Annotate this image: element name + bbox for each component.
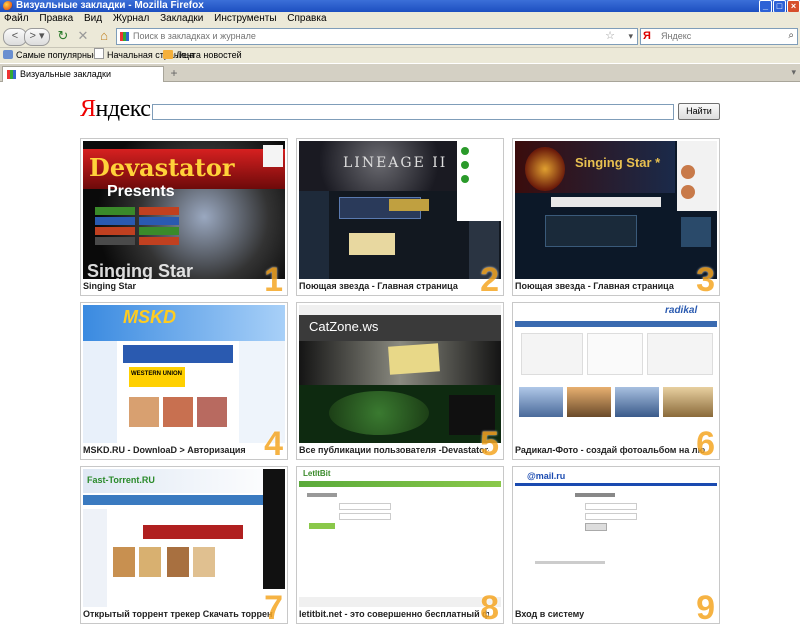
bookmark-caption: letitbit.net - это совершенно бесплатный…	[299, 609, 489, 619]
title-bar: Визуальные закладки - Mozilla Firefox _ …	[0, 0, 800, 13]
bookmark-folder-icon	[3, 50, 13, 59]
reload-icon[interactable]: ↻	[55, 28, 71, 44]
bookmark-caption: Singing Star	[83, 281, 137, 291]
bookmark-number: 5	[480, 425, 499, 460]
menu-edit[interactable]: Правка	[35, 12, 77, 25]
bookmark-caption: MSKD.RU - DownloaD > Авторизация	[83, 445, 246, 455]
bookmark-number: 1	[264, 261, 283, 296]
bookmark-thumbnail: LINEAGE II	[299, 141, 501, 279]
search-input[interactable]	[661, 29, 779, 42]
bookmark-number: 2	[480, 261, 499, 296]
bookmark-news-feed[interactable]: Лента новостей	[163, 48, 242, 63]
feed-folder-icon	[163, 50, 173, 59]
forward-button[interactable]: > ▾	[24, 28, 50, 46]
menu-bar: Файл Правка Вид Журнал Закладки Инструме…	[0, 12, 800, 25]
yandex-engine-icon[interactable]: Я	[643, 29, 651, 43]
firefox-icon	[3, 1, 13, 11]
bookmark-thumbnail: Singing Star *	[515, 141, 717, 279]
bookmark-number: 9	[696, 589, 715, 624]
home-icon[interactable]: ⌂	[96, 28, 112, 44]
menu-help[interactable]: Справка	[283, 12, 330, 25]
bookmark-number: 4	[264, 425, 283, 460]
yandex-search-button[interactable]: Найти	[678, 103, 720, 120]
bookmark-thumbnail: radikal	[515, 305, 717, 443]
bookmark-number: 3	[696, 261, 715, 296]
feed-icon[interactable]: ▾	[628, 30, 633, 42]
bookmark-caption: Открытый торрент трекер Скачать торрент …	[83, 609, 273, 619]
visual-bookmarks-icon	[7, 70, 16, 79]
bookmark-number: 8	[480, 589, 499, 624]
bookmarks-toolbar: Самые популярные Начальная страница Лент…	[0, 48, 800, 63]
bookmark-caption: Все публикации пользователя -Devastator-…	[299, 445, 489, 455]
yandex-search-input[interactable]	[152, 104, 674, 120]
visual-bookmarks-icon	[120, 32, 129, 41]
bookmark-caption: Поющая звезда - Главная страница	[299, 281, 458, 291]
stop-icon[interactable]: ✕	[75, 28, 91, 44]
search-icon[interactable]: ⌕	[788, 29, 794, 43]
bookmark-thumbnail: CatZone.ws	[299, 305, 501, 443]
url-bar[interactable]: ☆ ▾	[116, 28, 638, 45]
new-tab-button[interactable]: +	[166, 67, 182, 80]
bookmark-tile-4[interactable]: MSKD WESTERN UNION MSKD.RU - DownloaD > …	[80, 302, 288, 460]
bookmark-star-icon[interactable]: ☆	[605, 29, 615, 43]
bookmark-tile-6[interactable]: radikal Радикал-Фото - создай фотоальбом…	[512, 302, 720, 460]
list-all-tabs-icon[interactable]: ▾	[791, 67, 796, 78]
menu-bookmarks[interactable]: Закладки	[156, 12, 207, 25]
navigation-bar: < > ▾ ↻ ✕ ⌂ ☆ ▾ Я ⌕	[0, 25, 800, 48]
search-bar[interactable]: Я ⌕	[640, 28, 798, 45]
bookmark-tile-8[interactable]: LetItBit letitbit.net - это совершенно б…	[296, 466, 504, 624]
tab-bar: Визуальные закладки + ▾	[0, 64, 800, 82]
page-icon	[94, 48, 104, 59]
window-title: Визуальные закладки - Mozilla Firefox	[16, 0, 204, 11]
bookmark-tile-2[interactable]: LINEAGE II Поющая звезда - Главная стран…	[296, 138, 504, 296]
bookmark-caption: Поющая звезда - Главная страница	[515, 281, 674, 291]
bookmark-caption: Радикал-Фото - создай фотоальбом на любу…	[515, 445, 705, 455]
bookmark-thumbnail: Fast-Torrent.RU	[83, 469, 285, 607]
bookmark-tile-9[interactable]: @mail.ru Вход в систему 9	[512, 466, 720, 624]
menu-history[interactable]: Журнал	[109, 12, 154, 25]
bookmark-caption: Вход в систему	[515, 609, 585, 619]
menu-view[interactable]: Вид	[80, 12, 106, 25]
bookmark-tile-1[interactable]: Devastator Presents Singing Star Singing…	[80, 138, 288, 296]
bookmark-number: 7	[264, 589, 283, 624]
bookmark-thumbnail: @mail.ru	[515, 469, 717, 607]
visual-bookmarks-page: Яндекс Найти Devastator Presents Singing…	[0, 82, 800, 640]
bookmark-tile-5[interactable]: CatZone.ws Все публикации пользователя -…	[296, 302, 504, 460]
bookmark-tile-7[interactable]: Fast-Torrent.RU Открытый торрент трекер …	[80, 466, 288, 624]
menu-tools[interactable]: Инструменты	[210, 12, 280, 25]
bookmark-thumbnail: MSKD WESTERN UNION	[83, 305, 285, 443]
bookmark-tile-3[interactable]: Singing Star * Поющая звезда - Главная с…	[512, 138, 720, 296]
bookmark-thumbnail: LetItBit	[299, 469, 501, 607]
bookmark-number: 6	[696, 425, 715, 460]
bookmark-most-visited[interactable]: Самые популярные	[3, 48, 98, 63]
menu-file[interactable]: Файл	[0, 12, 33, 25]
yandex-logo[interactable]: Яндекс	[80, 96, 151, 123]
tab-visual-bookmarks[interactable]: Визуальные закладки	[2, 66, 164, 82]
bookmark-thumbnail: Devastator Presents Singing Star	[83, 141, 285, 279]
url-input[interactable]	[133, 29, 593, 42]
